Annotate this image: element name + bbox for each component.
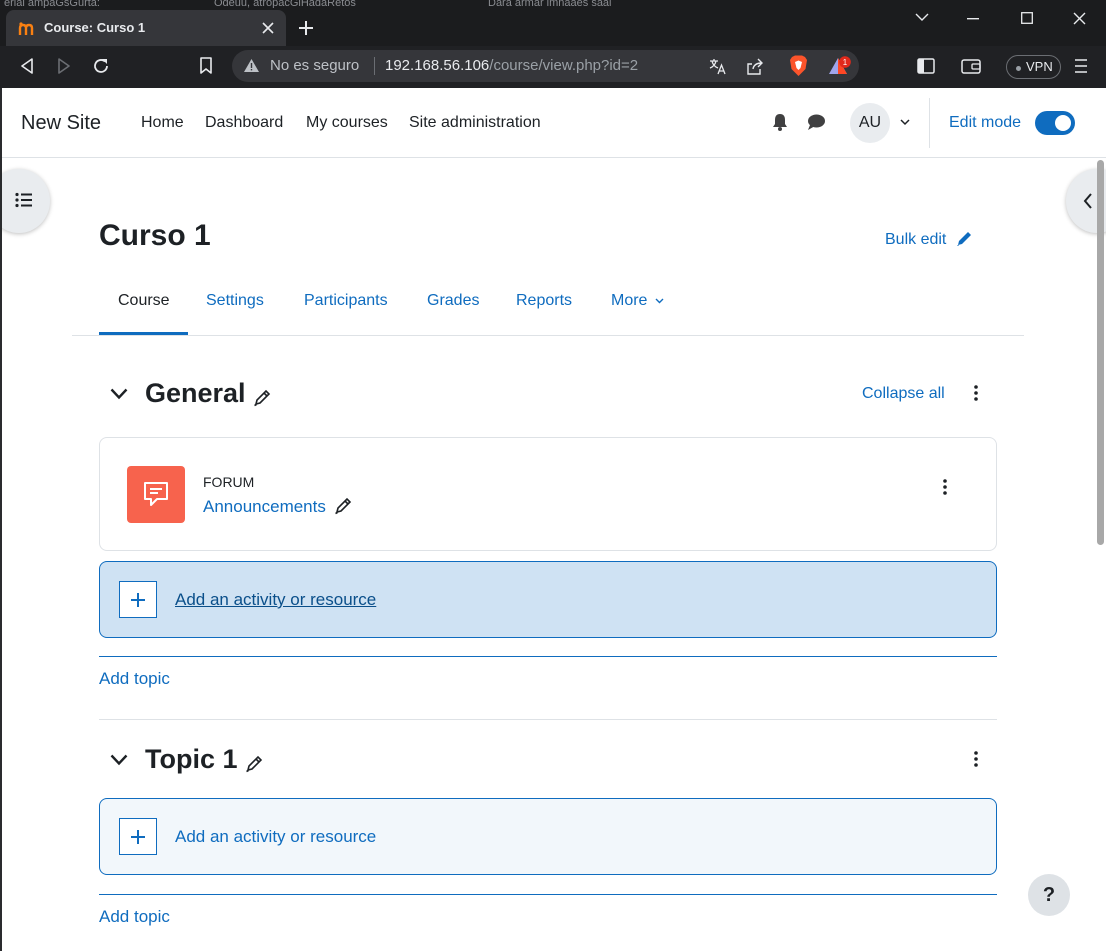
share-icon[interactable]	[746, 58, 764, 75]
nav-site-administration[interactable]: Site administration	[409, 114, 541, 132]
navbar-divider	[929, 98, 930, 148]
tab-more[interactable]: More	[611, 292, 647, 310]
course-index-drawer-button[interactable]	[2, 169, 50, 233]
help-button[interactable]: ?	[1028, 874, 1070, 916]
moodle-page: New Site Home Dashboard My courses Site …	[2, 88, 1106, 951]
add-activity-label: Add an activity or resource	[175, 827, 377, 846]
url-path: /course/view.php?id=2	[489, 57, 639, 74]
add-activity-button[interactable]: Add an activity or resource	[99, 561, 997, 638]
tab-reports[interactable]: Reports	[516, 292, 572, 310]
background-tab-title[interactable]: Dara armar lmnaaes saal	[488, 0, 688, 8]
url-text[interactable]: 192.168.56.106/course/view.php?id=2	[385, 57, 638, 74]
browser-chrome: erial ampaGsGurta: Odeuu, atropacGlHadaR…	[0, 0, 1106, 88]
moodle-logo-icon	[18, 22, 38, 36]
chat-icon[interactable]	[807, 114, 826, 131]
kebab-menu-icon[interactable]	[974, 751, 978, 767]
brave-shield-icon[interactable]	[789, 55, 808, 77]
address-bar[interactable]: No es seguro 192.168.56.106/course/view.…	[232, 50, 859, 82]
plus-icon	[119, 581, 157, 618]
vpn-label: VPN	[1026, 59, 1053, 74]
add-topic-link[interactable]: Add topic	[99, 907, 170, 927]
tab-participants[interactable]: Participants	[304, 292, 388, 310]
edit-mode-label[interactable]: Edit mode	[949, 114, 1021, 132]
wallet-icon[interactable]	[961, 58, 981, 74]
pencil-icon[interactable]	[245, 755, 263, 773]
bulk-edit-label: Bulk edit	[885, 231, 947, 248]
nav-home[interactable]: Home	[141, 114, 184, 132]
nav-my-courses[interactable]: My courses	[306, 114, 388, 132]
security-label[interactable]: No es seguro	[270, 57, 359, 74]
vpn-status-dot	[1016, 66, 1021, 71]
forum-icon[interactable]	[127, 466, 185, 523]
top-navbar: New Site Home Dashboard My courses Site …	[2, 88, 1106, 158]
active-tab[interactable]: Course: Curso 1	[6, 10, 286, 46]
add-activity-button[interactable]: Add an activity or resource	[99, 798, 997, 875]
reload-icon[interactable]	[92, 57, 110, 75]
tabs-divider	[72, 335, 1024, 336]
translate-icon[interactable]	[709, 58, 727, 75]
chevron-down-icon[interactable]	[900, 119, 910, 126]
background-tab-title[interactable]: erial ampaGsGurta:	[4, 0, 144, 8]
back-icon[interactable]	[20, 58, 34, 74]
minimize-icon[interactable]	[967, 18, 979, 20]
avatar[interactable]: AU	[850, 103, 890, 143]
chevron-down-icon[interactable]	[655, 298, 664, 304]
new-tab-icon[interactable]	[298, 20, 314, 36]
sidebar-icon[interactable]	[917, 58, 935, 74]
edit-mode-toggle[interactable]	[1035, 111, 1075, 135]
rewards-badge-count: 1	[843, 58, 848, 67]
maximize-icon[interactable]	[1021, 12, 1033, 24]
bulk-edit-link[interactable]: Bulk edit	[885, 231, 946, 249]
url-divider	[374, 57, 375, 75]
list-icon	[15, 192, 33, 208]
bell-icon[interactable]	[772, 113, 788, 131]
forward-icon[interactable]	[57, 58, 71, 74]
warning-icon[interactable]	[243, 58, 260, 73]
tab-search-icon[interactable]	[915, 12, 929, 22]
page-scrollbar[interactable]	[1097, 160, 1104, 545]
site-name[interactable]: New Site	[21, 112, 101, 135]
tab-close-icon[interactable]	[262, 22, 274, 34]
kebab-menu-icon[interactable]	[943, 479, 947, 495]
background-tab-title[interactable]: Odeuu, atropacGlHadaRetos	[214, 0, 404, 8]
add-topic-divider	[99, 894, 997, 895]
tab-strip: erial ampaGsGurta: Odeuu, atropacGlHadaR…	[0, 0, 1106, 46]
tab-course[interactable]: Course	[118, 292, 170, 310]
close-icon[interactable]	[1073, 12, 1086, 25]
pencil-icon[interactable]	[253, 389, 271, 407]
menu-icon[interactable]	[1075, 59, 1087, 73]
course-title: Curso 1	[99, 219, 211, 252]
chevron-left-icon	[1083, 193, 1093, 209]
add-topic-divider	[99, 656, 997, 657]
section-title-general[interactable]: General	[145, 378, 246, 409]
pencil-icon[interactable]	[334, 497, 352, 515]
section-title-topic-1[interactable]: Topic 1	[145, 744, 238, 775]
activity-link-announcements[interactable]: Announcements	[203, 497, 326, 517]
section-collapse-icon[interactable]	[110, 754, 128, 766]
plus-icon	[119, 818, 157, 855]
section-divider	[99, 719, 997, 720]
add-topic-link[interactable]: Add topic	[99, 669, 170, 689]
nav-dashboard[interactable]: Dashboard	[205, 114, 283, 132]
activity-card-forum: FORUM Announcements	[99, 437, 997, 551]
tab-grades[interactable]: Grades	[427, 292, 479, 310]
bookmark-icon[interactable]	[199, 57, 213, 75]
tab-title: Course: Curso 1	[44, 20, 146, 35]
brave-rewards-icon[interactable]: 1	[828, 56, 852, 76]
collapse-all-link[interactable]: Collapse all	[862, 385, 945, 403]
toggle-knob	[1055, 115, 1071, 131]
section-collapse-icon[interactable]	[110, 388, 128, 400]
tab-settings[interactable]: Settings	[206, 292, 264, 310]
vpn-button[interactable]: VPN	[1006, 55, 1061, 79]
activity-type-label: FORUM	[203, 474, 255, 490]
add-activity-label: Add an activity or resource	[175, 590, 377, 609]
url-host: 192.168.56.106	[385, 57, 490, 74]
kebab-menu-icon[interactable]	[974, 385, 978, 401]
pencil-icon[interactable]	[955, 230, 973, 248]
